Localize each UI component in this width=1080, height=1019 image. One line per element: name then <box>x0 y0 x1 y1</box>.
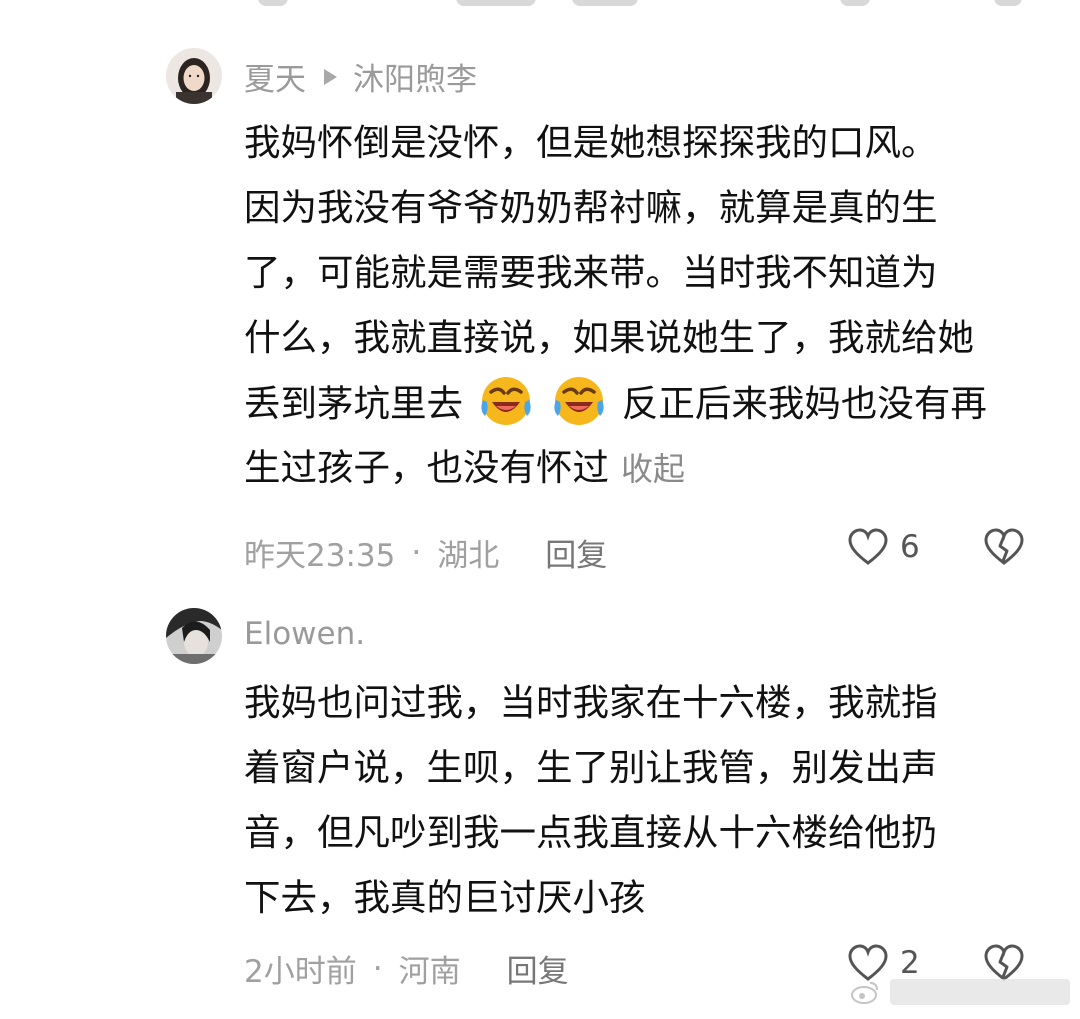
comment-line: 我妈怀倒是没怀，但是她想探探我的口风。 <box>244 121 938 164</box>
like-button[interactable]: 6 <box>846 527 920 567</box>
comment-body: 我妈怀倒是没怀，但是她想探探我的口风。 因为我没有爷爷奶奶帮衬嘛，就算是真的生 … <box>244 110 1044 500</box>
avatar[interactable] <box>166 48 222 104</box>
like-button[interactable]: 2 <box>846 943 920 983</box>
dislike-button[interactable] <box>982 527 1026 571</box>
comment-line: 什么，我就直接说，如果说她生了，我就给她 <box>244 316 974 359</box>
comment-line: 音，但凡吵到我一点我直接从十六楼给他扔 <box>244 811 938 854</box>
comment-body: 我妈也问过我，当时我家在十六楼，我就指 着窗户说，生呗，生了别让我管，别发出声 … <box>244 670 1044 930</box>
comment-fragment: 生过孩子，也没有怀过 <box>244 446 609 489</box>
watermark <box>850 979 1070 1005</box>
author-name[interactable]: 夏天 <box>244 54 306 99</box>
broken-heart-icon <box>984 528 1024 565</box>
like-count: 6 <box>900 529 920 565</box>
comment-line: 着窗户说，生呗，生了别让我管，别发出声 <box>244 746 938 789</box>
timestamp: 2小时前 <box>244 954 357 990</box>
reply-button[interactable]: 回复 <box>507 946 569 991</box>
location: 湖北 <box>437 538 500 574</box>
meta-separator: · <box>411 534 422 571</box>
comment-meta: 昨天23:35 · 湖北 回复 <box>244 530 607 575</box>
reply-to-name[interactable]: 沐阳煦李 <box>353 54 477 99</box>
laughing-crying-emoji-icon <box>477 370 535 428</box>
comment-line: 因为我没有爷爷奶奶帮衬嘛，就算是真的生 <box>244 186 938 229</box>
comment-header: 夏天 沐阳煦李 <box>244 54 477 99</box>
heart-icon <box>848 944 888 981</box>
watermark-bar <box>890 979 1070 1005</box>
comment-meta: 2小时前 · 河南 回复 <box>244 946 569 991</box>
location: 河南 <box>398 954 461 990</box>
comment-header: Elowen. <box>244 616 365 652</box>
comment-fragment: 丢到茅坑里去 <box>244 382 463 425</box>
cropped-previous-row <box>0 0 1080 14</box>
weibo-logo-icon <box>851 982 878 1004</box>
comment-line-last: 生过孩子，也没有怀过 收起 <box>244 435 1044 500</box>
heart-icon <box>848 528 888 565</box>
timestamp: 昨天23:35 <box>244 538 396 574</box>
like-count: 2 <box>900 945 920 981</box>
author-name[interactable]: Elowen. <box>244 616 365 652</box>
reply-arrow-icon <box>324 68 337 85</box>
laughing-crying-emoji-icon <box>550 370 608 428</box>
meta-separator: · <box>372 950 383 987</box>
comment-fragment: 反正后来我妈也没有再 <box>621 382 987 425</box>
comment-line: 我妈也问过我，当时我家在十六楼，我就指 <box>244 681 938 724</box>
comment-line: 下去，我真的巨讨厌小孩 <box>244 876 646 919</box>
comment-line: 了，可能就是需要我来带。当时我不知道为 <box>244 251 938 294</box>
avatar[interactable] <box>166 608 222 664</box>
broken-heart-icon <box>984 944 1024 981</box>
reply-button[interactable]: 回复 <box>545 530 607 575</box>
collapse-link[interactable]: 收起 <box>621 450 685 488</box>
comment-line-with-emoji: 丢到茅坑里去 反正后来我妈也没有再 <box>244 370 1044 435</box>
